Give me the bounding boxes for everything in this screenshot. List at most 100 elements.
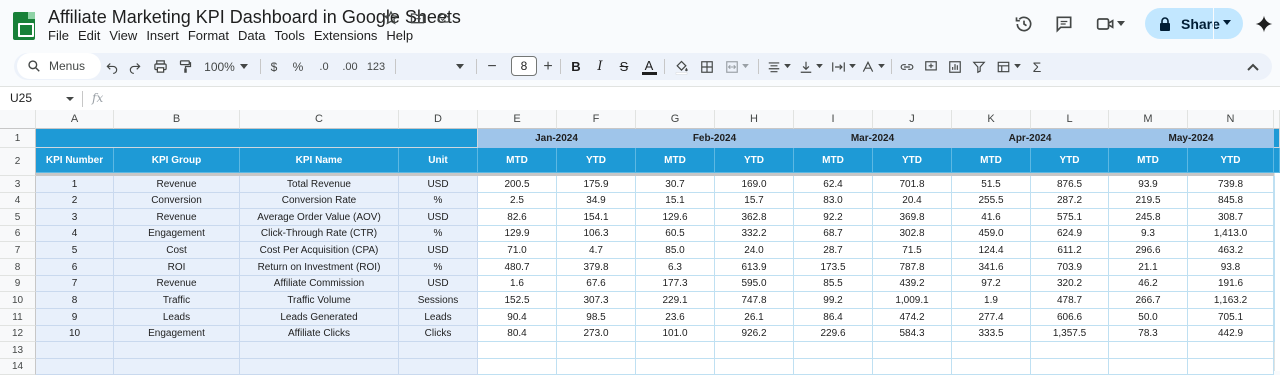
empty-cell[interactable] (1274, 209, 1275, 226)
empty-cell[interactable] (1274, 326, 1275, 342)
mtd-value-cell[interactable]: 71.0 (478, 242, 557, 259)
ytd-value-cell[interactable]: 106.3 (557, 226, 636, 242)
empty-cell[interactable] (1031, 342, 1109, 359)
ytd-value-cell[interactable]: 926.2 (715, 326, 794, 342)
search-menus[interactable]: Menus (17, 53, 101, 79)
ytd-value-cell[interactable]: 739.8 (1188, 176, 1274, 193)
decrease-font-size-icon[interactable]: − (484, 57, 500, 76)
menu-view[interactable]: View (109, 27, 146, 44)
mtd-value-cell[interactable]: 41.6 (952, 209, 1031, 226)
empty-cell[interactable] (478, 359, 557, 375)
column-header-k[interactable]: K (952, 110, 1031, 129)
empty-cell[interactable] (1274, 176, 1275, 193)
print-icon[interactable] (151, 57, 169, 76)
header-unit[interactable]: Unit (399, 148, 478, 173)
mtd-value-cell[interactable]: 60.5 (636, 226, 715, 242)
ytd-value-cell[interactable]: 474.2 (873, 309, 952, 326)
column-header-c[interactable]: C (240, 110, 399, 129)
ytd-value-cell[interactable]: 611.2 (1031, 242, 1109, 259)
empty-cell[interactable] (873, 359, 952, 375)
empty-cell[interactable] (114, 342, 240, 359)
mtd-value-cell[interactable]: 266.7 (1109, 292, 1188, 309)
ytd-value-cell[interactable]: 169.0 (715, 176, 794, 193)
header-extra-cell[interactable] (1274, 148, 1280, 173)
header-mtd[interactable]: MTD (1109, 148, 1188, 173)
mtd-value-cell[interactable]: 85.0 (636, 242, 715, 259)
empty-cell[interactable] (715, 359, 794, 375)
column-header-d[interactable]: D (399, 110, 478, 129)
column-header-a[interactable]: A (36, 110, 114, 129)
row-header-14[interactable]: 14 (0, 359, 36, 375)
header-ytd[interactable]: YTD (873, 148, 952, 173)
mtd-value-cell[interactable]: 277.4 (952, 309, 1031, 326)
menu-tools[interactable]: Tools (274, 27, 313, 44)
ytd-value-cell[interactable]: 93.8 (1188, 259, 1274, 276)
ytd-value-cell[interactable]: 613.9 (715, 259, 794, 276)
mtd-value-cell[interactable]: 23.6 (636, 309, 715, 326)
name-box-dropdown-icon[interactable] (66, 97, 74, 101)
kpi-name-cell[interactable]: Traffic Volume (240, 292, 399, 309)
ytd-value-cell[interactable]: 705.1 (1188, 309, 1274, 326)
ytd-value-cell[interactable]: 175.9 (557, 176, 636, 193)
paint-format-icon[interactable] (176, 57, 194, 76)
kpi-unit-cell[interactable]: Sessions (399, 292, 478, 309)
functions-icon[interactable]: Σ (1028, 57, 1046, 76)
kpi-group-cell[interactable]: Cost (114, 242, 240, 259)
ytd-value-cell[interactable]: 787.8 (873, 259, 952, 276)
mtd-value-cell[interactable]: 245.8 (1109, 209, 1188, 226)
comments-icon[interactable] (1052, 12, 1076, 36)
menu-data[interactable]: Data (238, 27, 274, 44)
empty-cell[interactable] (114, 359, 240, 375)
mtd-value-cell[interactable]: 124.4 (952, 242, 1031, 259)
empty-cell[interactable] (1274, 226, 1275, 242)
number-format-button[interactable]: 123 (366, 57, 386, 76)
row-header-6[interactable]: 6 (0, 226, 36, 242)
empty-cell[interactable] (557, 342, 636, 359)
insert-comment-icon[interactable] (922, 57, 940, 76)
ytd-value-cell[interactable]: 1,357.5 (1031, 326, 1109, 342)
insert-chart-icon[interactable] (946, 57, 964, 76)
text-rotation-icon[interactable] (860, 57, 886, 76)
italic-icon[interactable]: I (592, 57, 608, 76)
empty-cell[interactable] (794, 342, 873, 359)
row-header-12[interactable]: 12 (0, 326, 36, 342)
header-mtd[interactable]: MTD (952, 148, 1031, 173)
empty-cell[interactable] (1274, 259, 1275, 276)
mtd-value-cell[interactable]: 51.5 (952, 176, 1031, 193)
kpi-number-cell[interactable]: 1 (36, 176, 114, 193)
mtd-value-cell[interactable]: 480.7 (478, 259, 557, 276)
header-ytd[interactable]: YTD (1188, 148, 1274, 173)
ytd-value-cell[interactable]: 287.2 (1031, 193, 1109, 209)
merge-cells-icon[interactable] (722, 57, 752, 76)
column-header-n[interactable]: N (1188, 110, 1274, 129)
mtd-value-cell[interactable]: 296.6 (1109, 242, 1188, 259)
kpi-name-cell[interactable]: Conversion Rate (240, 193, 399, 209)
mtd-value-cell[interactable]: 2.5 (478, 193, 557, 209)
empty-cell[interactable] (636, 342, 715, 359)
row-header-2[interactable]: 2 (0, 148, 36, 176)
empty-cell[interactable] (399, 342, 478, 359)
share-dropdown-icon[interactable] (1223, 20, 1231, 25)
mtd-value-cell[interactable]: 219.5 (1109, 193, 1188, 209)
header-extra-cell[interactable] (1274, 129, 1280, 148)
empty-cell[interactable] (1274, 242, 1275, 259)
mtd-value-cell[interactable]: 459.0 (952, 226, 1031, 242)
font-family-select[interactable] (402, 57, 464, 76)
cloud-saved-icon[interactable] (434, 9, 452, 27)
empty-cell[interactable] (478, 342, 557, 359)
ytd-value-cell[interactable]: 67.6 (557, 276, 636, 292)
mtd-value-cell[interactable]: 78.3 (1109, 326, 1188, 342)
empty-cell[interactable] (1188, 359, 1274, 375)
kpi-group-cell[interactable]: Traffic (114, 292, 240, 309)
column-header-l[interactable]: L (1031, 110, 1109, 129)
month-header-apr-2024[interactable]: Apr-2024 (952, 129, 1109, 148)
mtd-value-cell[interactable]: 50.0 (1109, 309, 1188, 326)
row-header-11[interactable]: 11 (0, 309, 36, 326)
kpi-unit-cell[interactable]: Leads (399, 309, 478, 326)
mtd-value-cell[interactable]: 9.3 (1109, 226, 1188, 242)
ytd-value-cell[interactable]: 24.0 (715, 242, 794, 259)
mtd-value-cell[interactable]: 92.2 (794, 209, 873, 226)
kpi-group-cell[interactable]: Engagement (114, 226, 240, 242)
move-folder-icon[interactable] (408, 9, 426, 27)
empty-cell[interactable] (715, 342, 794, 359)
